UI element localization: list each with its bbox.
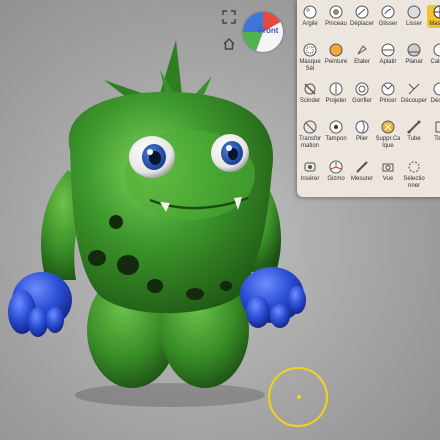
tool-label: Argile bbox=[302, 21, 318, 27]
drag-icon bbox=[381, 5, 395, 19]
tool-label: Découper bbox=[401, 98, 428, 104]
measure-icon bbox=[355, 160, 369, 174]
fold-icon bbox=[355, 120, 369, 134]
tool-etaler[interactable]: Etaler bbox=[349, 43, 375, 66]
lathe-icon bbox=[433, 120, 440, 134]
tool-label: Glisser bbox=[378, 21, 398, 27]
tool-vue[interactable]: Vue bbox=[375, 160, 401, 183]
tool-label: Tube bbox=[407, 136, 421, 142]
pinch-icon bbox=[381, 82, 395, 96]
tool-tube[interactable]: Tube bbox=[401, 120, 427, 143]
mask-icon bbox=[433, 5, 440, 19]
tool-plier[interactable]: Plier bbox=[349, 120, 375, 143]
offset-icon bbox=[433, 82, 440, 96]
tool-masque[interactable]: Masque bbox=[427, 5, 440, 28]
frame-icon[interactable] bbox=[222, 10, 236, 24]
tool-pincer[interactable]: Pincer bbox=[375, 82, 401, 105]
tool-label: Plier bbox=[355, 136, 368, 142]
tools-panel: Argile PinceauDéplacer Glisser Lisser Masque… bbox=[297, 0, 440, 197]
tool-label: Peinture bbox=[324, 59, 348, 65]
tool-mesurer[interactable]: Mesurer bbox=[349, 160, 375, 183]
tool-label: Gizmo bbox=[327, 176, 345, 182]
tool-label: Vue bbox=[382, 176, 394, 182]
tool-label: Projeter bbox=[325, 98, 347, 104]
flatten-icon bbox=[381, 43, 395, 57]
planar-icon bbox=[407, 43, 421, 57]
cut-icon bbox=[407, 82, 421, 96]
insert-icon bbox=[303, 160, 317, 174]
project-icon bbox=[329, 82, 343, 96]
gizmo-icon bbox=[329, 160, 343, 174]
brush-icon bbox=[329, 5, 343, 19]
layer-icon bbox=[433, 43, 440, 57]
tube-icon bbox=[407, 120, 421, 134]
tool-masque-sel[interactable]: Masque Sél bbox=[297, 43, 323, 73]
tool-label: Suppr.Ca lque bbox=[375, 136, 401, 149]
inflate-icon bbox=[355, 82, 369, 96]
clay-icon bbox=[303, 5, 317, 19]
tool-inserer[interactable]: Insérer bbox=[297, 160, 323, 183]
tool-label: Pincer bbox=[379, 98, 397, 104]
tool-pinceau[interactable]: Pinceau bbox=[323, 5, 349, 28]
tool-lisser[interactable]: Lisser bbox=[401, 5, 427, 28]
tool-label: Etaler bbox=[354, 59, 370, 65]
tool-label: Aplatir bbox=[379, 59, 397, 65]
tool-peinture[interactable]: Peinture bbox=[323, 43, 349, 66]
tool-label: Masque bbox=[429, 21, 440, 27]
tool-selectionner[interactable]: Sélectio nner bbox=[401, 160, 427, 190]
transform-icon bbox=[303, 120, 317, 134]
tool-label: Planar bbox=[405, 59, 423, 65]
tool-label: Lisser bbox=[405, 21, 422, 27]
delete-layer-icon bbox=[381, 120, 395, 134]
tool-gonfler[interactable]: Gonfler bbox=[349, 82, 375, 105]
tool-label: Transfor mation bbox=[298, 136, 322, 149]
tool-gizmo[interactable]: Gizmo bbox=[323, 160, 349, 183]
tool-argile[interactable]: Argile bbox=[297, 5, 323, 28]
tool-transformation[interactable]: Transfor mation bbox=[297, 120, 323, 150]
tool-label: Pinceau bbox=[325, 21, 347, 27]
home-icon[interactable] bbox=[222, 37, 236, 51]
tool-decaler[interactable]: Décale bbox=[427, 82, 440, 105]
tool-planar[interactable]: Planar bbox=[401, 43, 427, 66]
tool-projeter[interactable]: Projeter bbox=[323, 82, 349, 105]
tool-label: Déplacer bbox=[349, 21, 374, 27]
tool-supprimer[interactable]: Suppr.Ca lque bbox=[375, 120, 401, 150]
tool-decouper[interactable]: Découper bbox=[401, 82, 427, 105]
spread-icon bbox=[355, 43, 369, 57]
brush-center-dot bbox=[297, 395, 301, 399]
tool-label: Calque bbox=[430, 59, 440, 65]
tool-glisser[interactable]: Glisser bbox=[375, 5, 401, 28]
select-icon bbox=[407, 160, 421, 174]
smooth-icon bbox=[407, 5, 421, 19]
paint-icon bbox=[329, 43, 343, 57]
tool-aplatir[interactable]: Aplatir bbox=[375, 43, 401, 66]
tool-label: Sélectio nner bbox=[403, 176, 425, 189]
tool-label: Décale bbox=[430, 98, 440, 104]
nav-cube-label: Front bbox=[258, 26, 279, 35]
tool-tampon[interactable]: Tampon bbox=[323, 120, 349, 143]
tool-label: Insérer bbox=[300, 176, 320, 182]
tool-label: Mesurer bbox=[350, 176, 373, 182]
tool-deplacer[interactable]: Déplacer bbox=[349, 5, 375, 28]
tool-tour[interactable]: Tour bbox=[427, 120, 440, 143]
tool-label: Gonfler bbox=[352, 98, 372, 104]
stamp-icon bbox=[329, 120, 343, 134]
tool-label: Tampon bbox=[325, 136, 347, 142]
tool-scinder[interactable]: Scinder bbox=[297, 82, 323, 105]
split-icon bbox=[303, 82, 317, 96]
tool-calque[interactable]: Calque bbox=[427, 43, 440, 66]
tool-label: Scinder bbox=[299, 98, 321, 104]
camera-icon bbox=[381, 160, 395, 174]
move-icon bbox=[355, 5, 369, 19]
tool-label: Masque Sél bbox=[299, 59, 321, 72]
mask-select-icon bbox=[303, 43, 317, 57]
tool-label: Tour bbox=[434, 136, 440, 142]
